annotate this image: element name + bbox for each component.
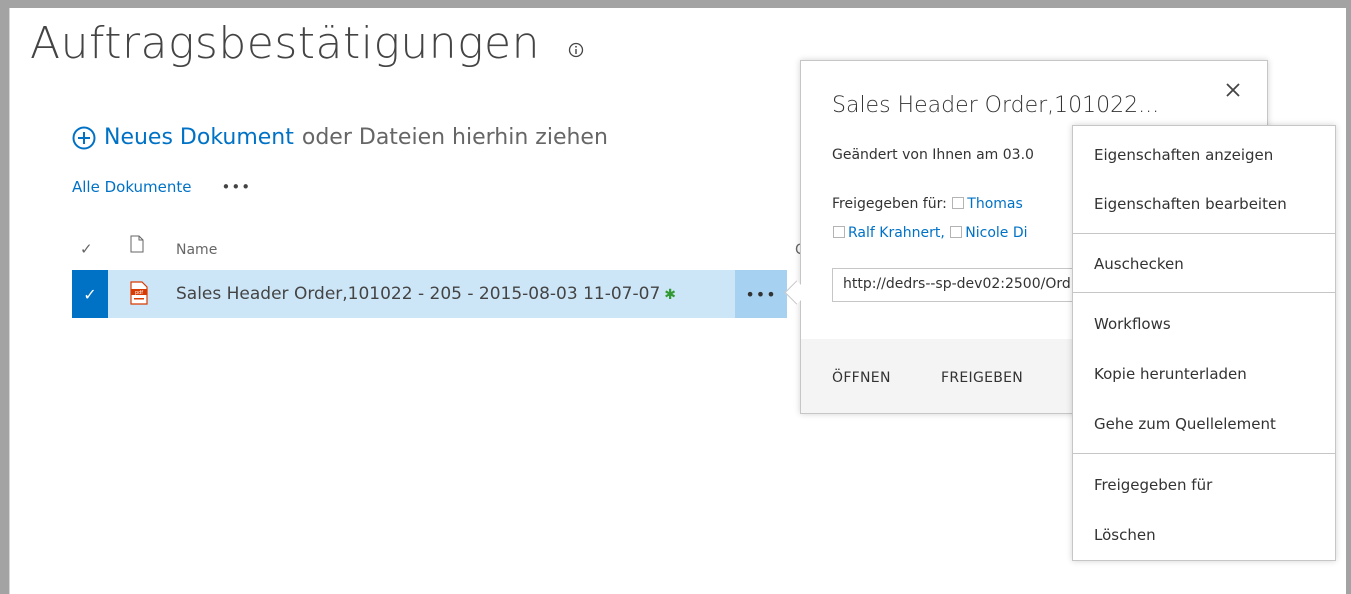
window-frame-left-inner xyxy=(9,8,10,594)
document-name-link[interactable]: Sales Header Order,101022 - 205 - 2015-0… xyxy=(176,284,676,304)
view-selector: Alle Dokumente ••• xyxy=(72,178,251,196)
menu-item-workflows[interactable]: Workflows xyxy=(1073,304,1335,344)
document-icon xyxy=(130,235,144,253)
window-frame-left xyxy=(0,0,9,594)
presence-indicator xyxy=(952,197,965,209)
callout-title: Sales Header Order,101022... xyxy=(832,93,1160,118)
pdf-icon: pdf xyxy=(130,281,148,305)
page-title: Auftragsbestätigungen xyxy=(30,18,540,69)
plus-circle-icon[interactable] xyxy=(72,126,96,150)
svg-text:pdf: pdf xyxy=(135,290,143,296)
info-icon[interactable] xyxy=(568,42,584,58)
shared-with-label: Freigegeben für: xyxy=(832,196,947,212)
close-icon[interactable] xyxy=(1224,81,1242,99)
document-name-text[interactable]: Sales Header Order,101022 - 205 - 2015-0… xyxy=(176,284,660,304)
open-button[interactable]: ÖFFNEN xyxy=(832,370,891,386)
menu-item-go-to-source[interactable]: Gehe zum Quellelement xyxy=(1073,404,1335,444)
select-all-checkbox[interactable]: ✓ xyxy=(80,240,93,258)
callout-shared-with-continued: Ralf Krahnert, Nicole Di xyxy=(832,225,1028,241)
shared-person-link[interactable]: Nicole Di xyxy=(965,225,1027,241)
row-checkbox[interactable]: ✓ xyxy=(72,270,108,318)
menu-item-download-copy[interactable]: Kopie herunterladen xyxy=(1073,354,1335,394)
new-item-icon: ✱ xyxy=(664,287,676,303)
shared-person-link[interactable]: Thomas xyxy=(967,196,1023,212)
views-more-button[interactable]: ••• xyxy=(222,178,252,196)
new-document-link[interactable]: Neues Dokument xyxy=(104,125,294,150)
context-menu: Eigenschaften anzeigen Eigenschaften bea… xyxy=(1072,125,1336,561)
window-frame-right xyxy=(1346,0,1351,594)
menu-item-view-properties[interactable]: Eigenschaften anzeigen xyxy=(1073,135,1335,175)
callout-shared-with: Freigegeben für: Thomas xyxy=(832,196,1023,212)
shared-person-link[interactable]: Ralf Krahnert, xyxy=(848,225,945,241)
presence-indicator xyxy=(833,226,845,238)
new-document-bar: Neues Dokument oder Dateien hierhin zieh… xyxy=(72,125,608,150)
drag-hint-text: oder Dateien hierhin ziehen xyxy=(301,125,608,150)
menu-item-check-out[interactable]: Auschecken xyxy=(1073,244,1335,284)
menu-separator xyxy=(1073,233,1335,234)
view-all-documents[interactable]: Alle Dokumente xyxy=(72,178,192,196)
presence-indicator xyxy=(950,226,963,238)
menu-item-delete[interactable]: Löschen xyxy=(1073,515,1335,555)
share-button[interactable]: FREIGEBEN xyxy=(941,370,1023,386)
callout-modified-text: Geändert von Ihnen am 03.0 xyxy=(832,147,1034,163)
window-frame-top xyxy=(0,0,1351,8)
column-header-name[interactable]: Name xyxy=(176,242,217,258)
menu-item-edit-properties[interactable]: Eigenschaften bearbeiten xyxy=(1073,184,1335,224)
menu-separator xyxy=(1073,292,1335,293)
menu-item-shared-with[interactable]: Freigegeben für xyxy=(1073,465,1335,505)
menu-separator xyxy=(1073,453,1335,454)
row-more-button[interactable]: ••• xyxy=(735,270,787,318)
